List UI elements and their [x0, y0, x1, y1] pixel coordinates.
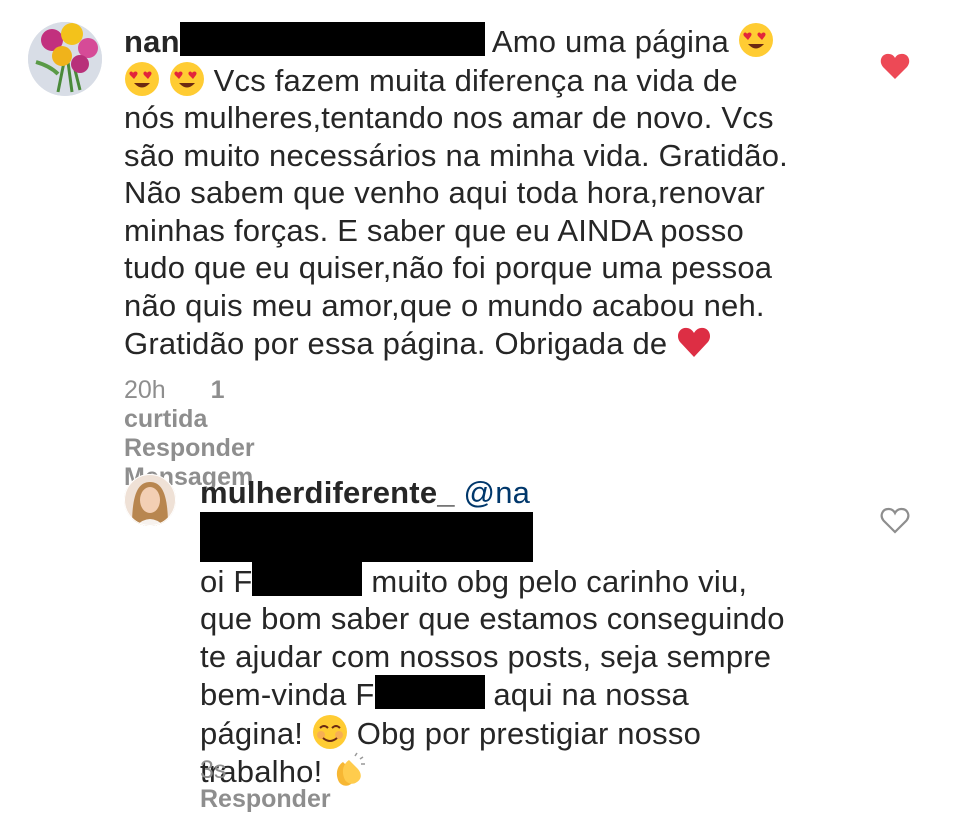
red-heart-emoji — [678, 327, 711, 357]
comment-line: página! — [200, 715, 304, 751]
flower-bouquet-icon — [28, 22, 102, 96]
mention-link[interactable]: @na — [464, 475, 531, 510]
comment-line: muito obg pelo carinho viu, — [371, 563, 748, 599]
comment-time: 20h — [124, 376, 166, 404]
comment-meta: 3s Responder — [200, 756, 369, 814]
comment-username[interactable]: nan — [124, 24, 180, 59]
heart-eyes-emoji — [125, 61, 159, 96]
comment-line: minhas forças. E saber que eu AINDA poss… — [124, 212, 744, 248]
comment-line: Não sabem que venho aqui toda hora,renov… — [124, 175, 765, 210]
comment-time: 3s — [200, 756, 227, 784]
redaction-bar — [179, 22, 485, 56]
comment-line: que bom saber que estamos conseguindo — [200, 601, 785, 636]
comment-line: bem-vinda F — [200, 677, 375, 712]
comment-line: Amo uma página — [491, 24, 729, 59]
comment-line: tudo que eu quiser,não foi porque uma pe… — [124, 250, 773, 285]
comment-line: Obg por prestigiar nosso — [356, 715, 702, 751]
heart-eyes-emoji — [738, 23, 773, 57]
comment-line: são muito necessários na minha vida. Gra… — [124, 137, 788, 173]
comment-line: aqui na nossa — [493, 677, 689, 712]
reply-button[interactable]: Responder — [124, 434, 255, 462]
heart-filled-icon[interactable] — [880, 52, 910, 80]
smiling-blush-emoji — [312, 714, 347, 749]
reply-button[interactable]: Responder — [200, 785, 331, 813]
comment-line: Vcs fazem muita diferença na vida de — [213, 62, 738, 98]
redaction-bar — [252, 561, 363, 596]
comment-line: nós mulheres,tentando nos amar de novo. … — [124, 100, 774, 135]
comment-username[interactable]: mulherdiferente_ — [200, 475, 455, 510]
comment-text: nan Amo uma página Vcs fazem muita difer… — [124, 22, 824, 363]
avatar[interactable] — [124, 474, 176, 526]
redaction-bar — [374, 675, 485, 709]
redaction-bar — [200, 511, 533, 562]
comment-text: mulherdiferente_ @na oi F muito obg pelo… — [200, 474, 860, 791]
comment-line: oi F — [200, 563, 253, 599]
comment-line: não quis meu amor,que o mundo acabou neh… — [124, 287, 765, 323]
heart-eyes-emoji — [169, 61, 204, 96]
comment-line: te ajudar com nossos posts, seja sempre — [200, 638, 772, 674]
profile-photo-icon — [124, 474, 176, 526]
comment-line: Gratidão por essa página. Obrigada de — [124, 326, 668, 361]
heart-outline-icon[interactable] — [880, 506, 910, 534]
avatar[interactable] — [28, 22, 102, 96]
